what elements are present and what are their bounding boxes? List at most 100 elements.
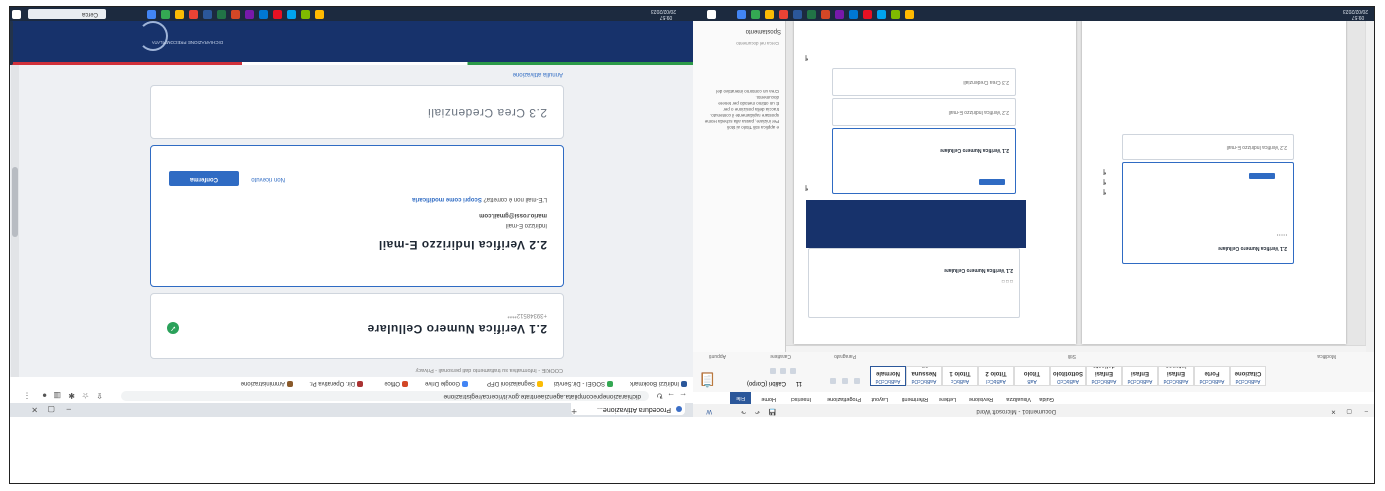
taskbar-app-icon[interactable]	[189, 10, 198, 19]
italic-icon[interactable]	[780, 368, 786, 374]
cancel-activation-link[interactable]: Annulla attivazione	[513, 71, 563, 77]
tab-insert[interactable]: Inserisci	[791, 396, 811, 402]
redo-icon[interactable]: ↷	[741, 404, 746, 417]
underline-icon[interactable]	[790, 368, 796, 374]
undo-icon[interactable]: ↶	[755, 404, 760, 417]
reload-icon[interactable]: ↻	[656, 390, 663, 401]
window-maximize-icon[interactable]: ▢	[47, 404, 55, 415]
browser-tab[interactable]: Procedura Attivazione...	[571, 403, 685, 415]
taskbar-app-icon[interactable]	[217, 10, 226, 19]
bookmark-item[interactable]: Google Drive	[425, 378, 468, 387]
menu-icon[interactable]: ⋮	[23, 390, 31, 401]
style-item[interactable]: AaB Titolo	[1014, 366, 1050, 386]
taskbar-app-icon[interactable]	[315, 10, 324, 19]
step-card-create-credentials[interactable]: 2.3 Crea Credenziali	[150, 85, 564, 139]
maximize-icon[interactable]: ▢	[1346, 404, 1352, 417]
size-select[interactable]: 11	[796, 380, 802, 386]
taskbar-app-icon[interactable]	[793, 10, 802, 19]
taskbar-app-icon[interactable]	[863, 10, 872, 19]
bookmark-item[interactable]: Amministrazione	[241, 378, 293, 387]
taskbar-app-icon[interactable]	[779, 10, 788, 19]
taskbar-app-icon[interactable]	[273, 10, 282, 19]
taskbar-app-icon[interactable]	[835, 10, 844, 19]
taskbar-app-icon[interactable]	[849, 10, 858, 19]
style-item[interactable]: AaBbCcDdNessuna sp.	[906, 366, 942, 386]
sidebar-icon[interactable]: ▥	[53, 390, 61, 401]
window-minimize-icon[interactable]: –	[67, 404, 71, 415]
tab-design[interactable]: Progettazione	[827, 396, 861, 402]
star-icon[interactable]: ☆	[82, 390, 89, 401]
bookmark-item[interactable]: Office	[384, 378, 408, 387]
close-icon[interactable]: ✕	[1331, 404, 1336, 417]
paste-icon[interactable]: 📋	[699, 371, 716, 388]
forward-icon[interactable]: →	[667, 390, 675, 401]
taskbar-app-icon[interactable]	[203, 10, 212, 19]
window-close-icon[interactable]: ✕	[31, 404, 38, 415]
tab-home[interactable]: Home	[761, 396, 776, 402]
document-scrollbar[interactable]	[1365, 21, 1374, 352]
profile-icon[interactable]: ●	[42, 390, 47, 401]
tab-references[interactable]: Riferimenti	[902, 396, 928, 402]
numbering-icon[interactable]	[842, 378, 848, 384]
share-icon[interactable]: ⇪	[96, 390, 103, 401]
nav-search-input[interactable]: Cerca nel documento	[736, 41, 779, 46]
style-item[interactable]: AaBbCcDd Forte	[1194, 366, 1230, 386]
scrollbar-thumb[interactable]	[12, 167, 18, 237]
tab-file[interactable]: File	[730, 392, 751, 404]
document-page[interactable]: 2.1 Verifica Numero Cellulare ☐ ☐ ☐ 2.1 …	[794, 21, 1076, 344]
taskbar-app-icon[interactable]	[161, 10, 170, 19]
new-tab-icon[interactable]: +	[571, 405, 577, 416]
tab-layout[interactable]: Layout	[871, 396, 888, 402]
confirm-button[interactable]: Conferma	[169, 171, 239, 186]
style-item[interactable]: AaBbCcD Sottotitolo	[1050, 366, 1086, 386]
back-icon[interactable]: ←	[679, 390, 687, 401]
extensions-icon[interactable]: ✱	[68, 390, 75, 401]
style-item[interactable]: AaBbCcDd Enfasi	[1122, 366, 1158, 386]
step-card-verify-phone[interactable]: 2.1 Verifica Numero Cellulare +39348512*…	[150, 293, 564, 359]
taskbar-app-icon[interactable]	[821, 10, 830, 19]
taskbar-app-icon[interactable]	[737, 10, 746, 19]
taskbar-app-icon[interactable]	[259, 10, 268, 19]
style-item[interactable]: AaBbCcDd Citazione	[1230, 366, 1266, 386]
taskbar-search[interactable]: Cerca	[28, 9, 106, 19]
taskbar-app-icon[interactable]	[301, 10, 310, 19]
taskbar-app-icon[interactable]	[147, 10, 156, 19]
address-input[interactable]: dichiarazioneprecompilata.agenziaentrate…	[121, 391, 649, 401]
save-icon[interactable]: 💾	[769, 404, 776, 417]
bookmark-item[interactable]: Segnalazioni DFP	[487, 378, 543, 387]
style-item[interactable]: AaBbCcDdEnfasi delicata	[1086, 366, 1122, 386]
taskbar-app-icon[interactable]	[287, 10, 296, 19]
taskbar-app-icon[interactable]	[765, 10, 774, 19]
tab-help[interactable]: Guida	[1039, 396, 1054, 402]
start-icon[interactable]	[12, 10, 21, 19]
tab-mailings[interactable]: Lettere	[939, 396, 956, 402]
tab-view[interactable]: Visualizza	[1006, 396, 1031, 402]
modify-email-link[interactable]: Scopri come modificarla	[412, 196, 482, 202]
bookmark-item[interactable]: Indirizzi Bookmark	[630, 378, 687, 387]
bullets-icon[interactable]	[830, 378, 836, 384]
taskbar-app-icon[interactable]	[231, 10, 240, 19]
align-icon[interactable]	[854, 378, 860, 384]
document-page[interactable]: 2.1 Verifica Numero Cellulare • • • • • …	[1082, 21, 1346, 344]
font-select[interactable]: Calibri (Corpo)	[747, 380, 786, 386]
taskbar-app-icon[interactable]	[877, 10, 886, 19]
bookmark-item[interactable]: SOGEI - Dir.Servizi	[554, 378, 613, 387]
cookie-notice[interactable]: COOKIE - Informativa su trattamento dati…	[416, 367, 563, 373]
page-scrollbar[interactable]	[11, 65, 19, 377]
taskbar-app-icon[interactable]	[905, 10, 914, 19]
taskbar-app-icon[interactable]	[751, 10, 760, 19]
start-icon[interactable]	[707, 10, 716, 19]
minimize-icon[interactable]: –	[1365, 404, 1368, 417]
tab-review[interactable]: Revisione	[969, 396, 993, 402]
style-item[interactable]: AaBbCc Titolo 1	[942, 366, 978, 386]
taskbar-app-icon[interactable]	[891, 10, 900, 19]
bookmark-item[interactable]: Dir. Operativa Pr.	[309, 378, 363, 387]
style-item[interactable]: AaBbCcDdEnfasi intensa	[1158, 366, 1194, 386]
taskbar-app-icon[interactable]	[807, 10, 816, 19]
style-normal[interactable]: AaBbCcDd Normale	[870, 366, 906, 386]
right-clock[interactable]: 09:57 20/02/2023	[1343, 8, 1368, 20]
not-received-link[interactable]: Non ricevuto	[251, 176, 285, 182]
left-clock[interactable]: 09:57 20/02/2023	[651, 8, 676, 20]
taskbar-app-icon[interactable]	[245, 10, 254, 19]
bold-icon[interactable]	[770, 368, 776, 374]
